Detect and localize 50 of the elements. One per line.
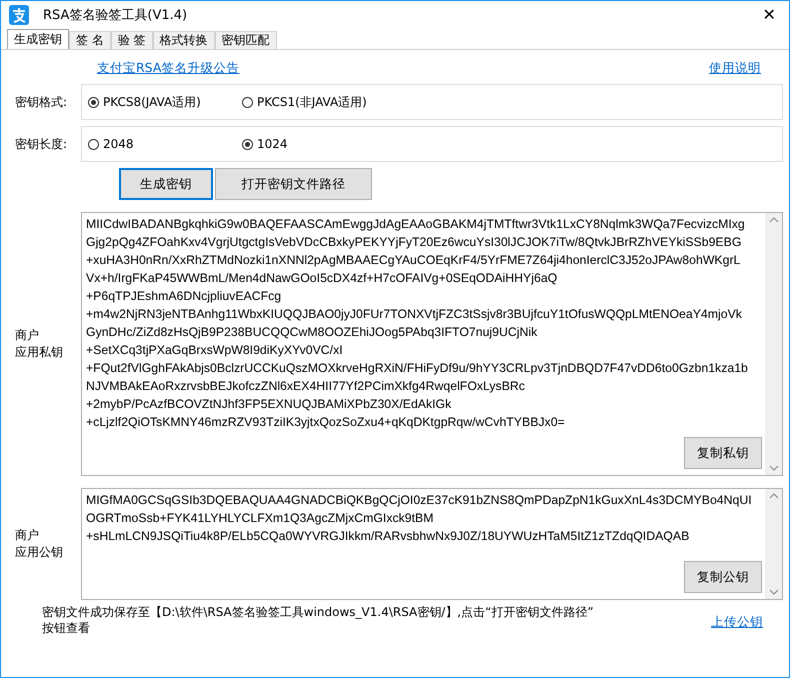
radio-option[interactable]: 2048 [88, 137, 242, 151]
key-text-line: +FQut2fVlGghFAkAbjs0BclzrUCCKuQszMOXkrveHgRXiN/FHiFyDf9u/9hYY3CRLpv3TjnDBQD7F47vDD6to0Gzbn1kza1b [86, 360, 749, 377]
scroll-down-icon[interactable] [768, 465, 778, 471]
tab[interactable]: 生成密钥 [7, 29, 69, 49]
notice-link[interactable]: 支付宝RSA签名升级公告 [97, 60, 240, 78]
key-text-line: OGRTmoSsb+FYK41LYHLYCLFXm1Q3AgcZMjxCmGIxck9tBM [86, 510, 434, 527]
field-label: 应用私钥 [15, 344, 64, 361]
open-path-button[interactable]: 打开密钥文件路径 [215, 168, 372, 200]
close-button[interactable]: ✕ [749, 1, 789, 29]
field-label: 密钥长度: [15, 136, 68, 152]
field-label: 商户 [15, 327, 40, 344]
key-text-area[interactable] [81, 212, 783, 476]
key-text-line: GynDHc/ZiZd8zHsQjB9P238BUCQQCwM8OOZEhiJOog5PAbq3IFTO7nuj9UCjNik [86, 324, 538, 341]
key-text-line: MIICdwIBADANBgkqhkiG9w0BAQEFAASCAmEwggJdAgEAAoGBAKM4jTMTftwr3Vtk1LxCY8Nqlmk3WQa7FecvizcMIxg [86, 216, 746, 233]
copy-button[interactable]: 复制公钥 [684, 561, 762, 593]
key-text-line: +SetXCq3tjPXaGqBrxsWpW8I9diKyXYv0VC/xI [86, 342, 344, 359]
key-text-line: +xuHA3H0nRn/XxRhZTMdNozki1nXNNl2pAgMBAAECgYAuCOEqKrF4/5YrFME7Z64ji4honIerclC3J52oJPAw8ohWKgrL [86, 252, 742, 269]
tab[interactable]: 密钥匹配 [214, 31, 277, 49]
key-text-area[interactable] [81, 488, 783, 600]
key-text-line: +cLjzlf2QiOTsKMNY46mzRZV93TziIK3yjtxQozSoZxu4+qKqDKtgpRqw/wCvhTYBBJx0= [86, 414, 566, 431]
radio-option[interactable]: 1024 [242, 137, 396, 151]
key-text-line: +2mybP/PcAzfBCOVZtNJhf3FP5EXNUQJBAMiXPbZ30X/EdAkIGk [86, 396, 452, 413]
key-text-line: Vx+h/IrgFKaP45WWBmL/Men4dNawGOoI5cDX4zf+H7cOFAIVg+0SEqODAiHHYj6aQ [86, 270, 558, 287]
status-text: 按钮查看 [42, 620, 91, 636]
key-text-line: NJVMBAkEAoRxzrvsbBEJkofczZNl6xEX4HII77Yf2PCimXkfg4RwqelFOxLysBRc [86, 378, 526, 395]
tab[interactable]: 验 签 [110, 31, 153, 49]
status-text: 密钥文件成功保存至【D:\软件\RSA签名验签工具windows_V1.4\RSA密钥/】,点击“打开密钥文件路径” [42, 604, 594, 620]
key-text-line: MIGfMA0GCSqGSIb3DQEBAQUAA4GNADCBiQKBgQCjOI0zE37cK91bZNS8QmPDapZpN1kGuxXnL4s3DCMYBo4NqUI [86, 492, 753, 509]
scroll-down-icon[interactable] [768, 589, 778, 595]
radio-option[interactable]: PKCS1(非JAVA适用) [242, 94, 396, 110]
copy-button[interactable]: 复制私钥 [684, 437, 762, 469]
scrollbar[interactable] [765, 489, 782, 599]
upload-link[interactable]: 上传公钥 [711, 614, 763, 636]
key-text-line: +m4w2NjRN3jeNTBAnhg11WbxKIUQQJBAO0jyJ0FUr7TONXVtjFZC3tSsjv8r3BUjfcuY1tOfusWQQpLMtENOeaY4mjoVk [86, 306, 743, 323]
generate-button[interactable]: 生成密钥 [119, 168, 213, 200]
tab[interactable]: 格式转换 [152, 31, 215, 49]
help-link[interactable]: 使用说明 [709, 60, 761, 78]
key-text-line: +sHLmLCN9JSQiTiu4k8P/ELb5CQa0WYVRGJIkkm/RARvsbhwNx9J0Z/18UYWUzHTaM5ItZ1zTZdqQIDAQAB [86, 528, 690, 545]
tab[interactable]: 签 名 [69, 31, 111, 49]
key-text-line: +P6qTPJEshmA6DNcjpliuvEACFcg [86, 288, 282, 305]
scrollbar[interactable] [765, 213, 782, 475]
field-label: 商户 [15, 527, 40, 544]
scroll-up-icon[interactable] [768, 217, 778, 223]
scroll-up-icon[interactable] [768, 493, 778, 499]
key-text-line: Gjg2pQg4ZFOahKxv4VgrjUtgctgIsVebVDcCBxkyPEKYYjFyT20Ez6wcuYsI30lJCJOK7iTw/8QtvkJBrRZhVEYkiSSb9EBG [86, 234, 742, 251]
field-label: 应用公钥 [15, 544, 64, 561]
app-logo-icon [9, 5, 29, 25]
radio-option[interactable]: PKCS8(JAVA适用) [88, 94, 242, 110]
field-label: 密钥格式: [15, 94, 68, 110]
window-title: RSA签名验签工具(V1.4) [43, 7, 188, 24]
